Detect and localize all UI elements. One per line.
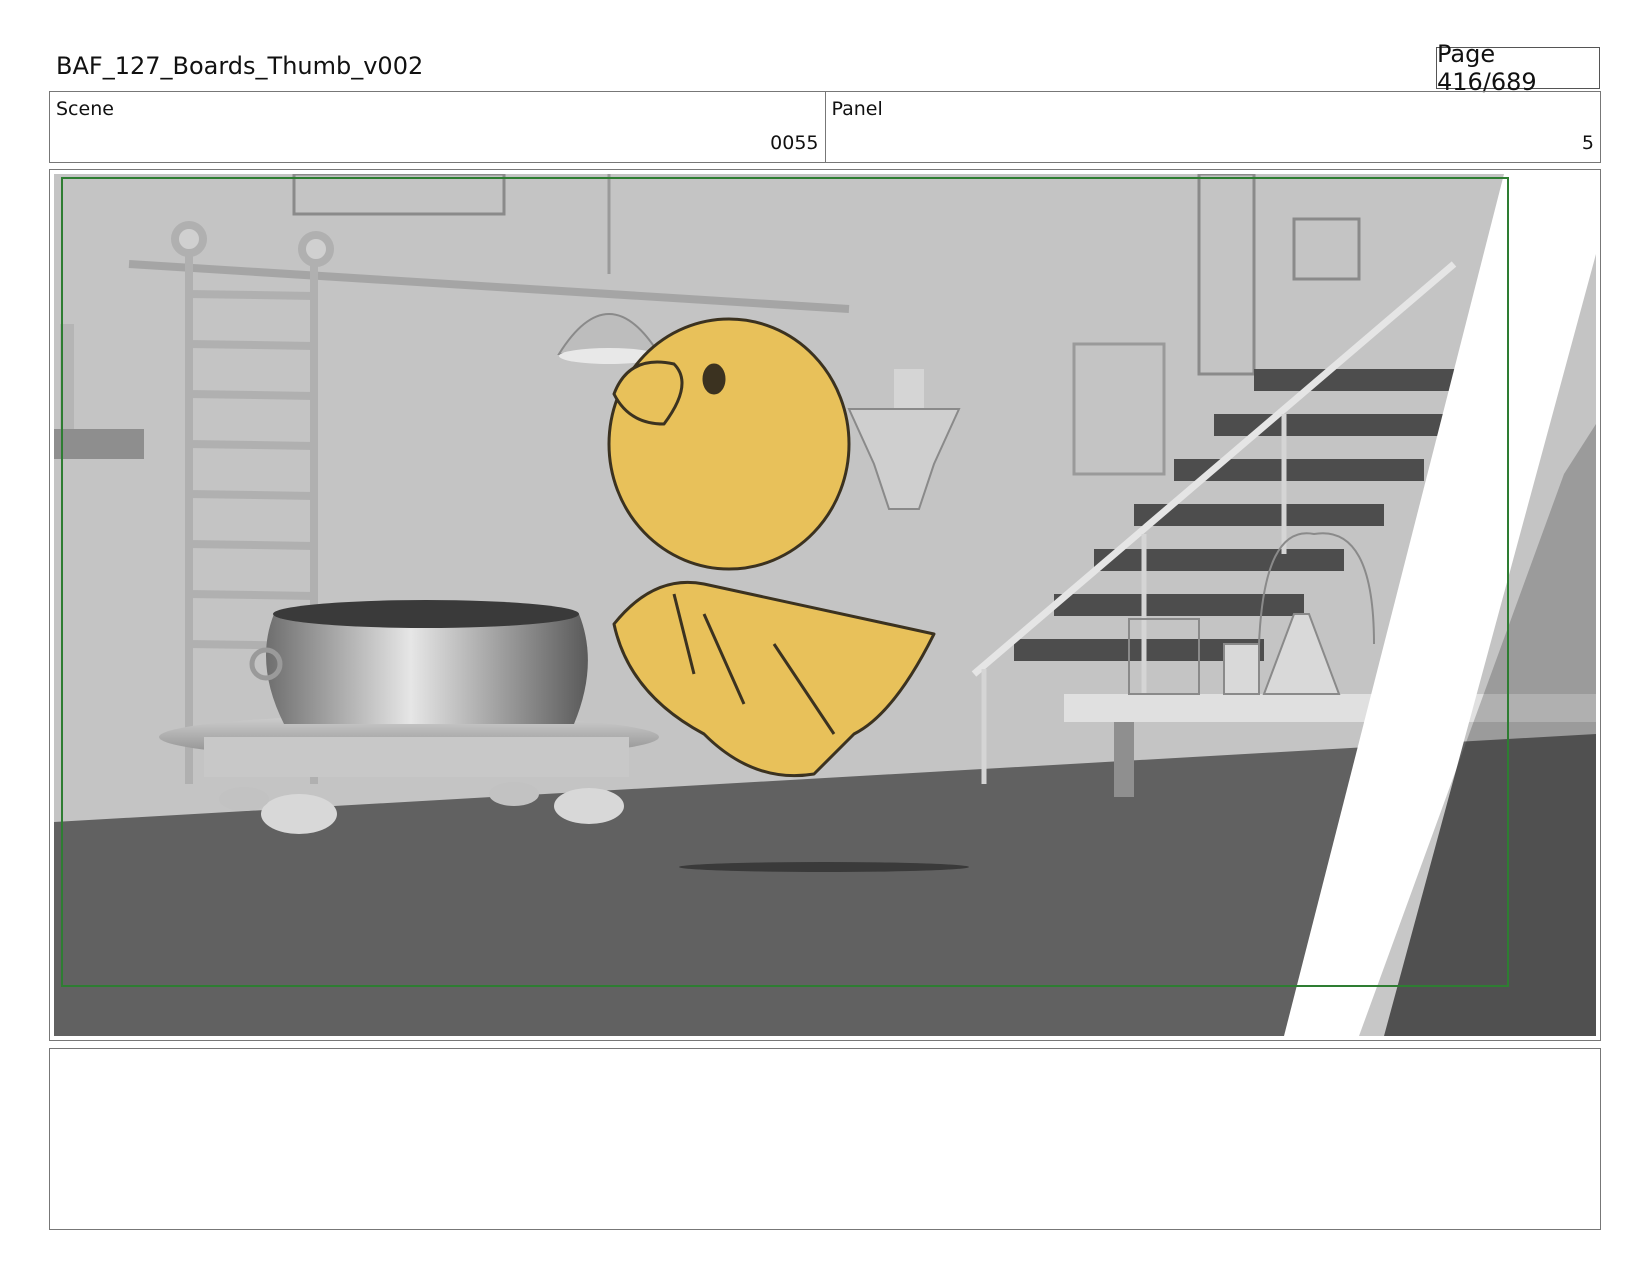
document-title: BAF_127_Boards_Thumb_v002 [56, 52, 424, 80]
wall-shelf [54, 429, 144, 459]
character-shadow [679, 862, 969, 872]
page-number: Page 416/689 [1436, 40, 1600, 96]
notes-area [49, 1048, 1601, 1230]
scene-cell: Scene 0055 [50, 92, 825, 162]
panel-label: Panel [831, 98, 883, 120]
scene-value: 0055 [770, 132, 819, 154]
panel-value: 5 [1581, 132, 1594, 154]
storyboard-image [54, 174, 1596, 1036]
info-row: Scene 0055 Panel 5 [49, 91, 1601, 163]
cauldron [249, 600, 588, 724]
panel-cell: Panel 5 [824, 92, 1601, 162]
scene-label: Scene [56, 98, 114, 120]
storyboard-panel [49, 169, 1601, 1041]
